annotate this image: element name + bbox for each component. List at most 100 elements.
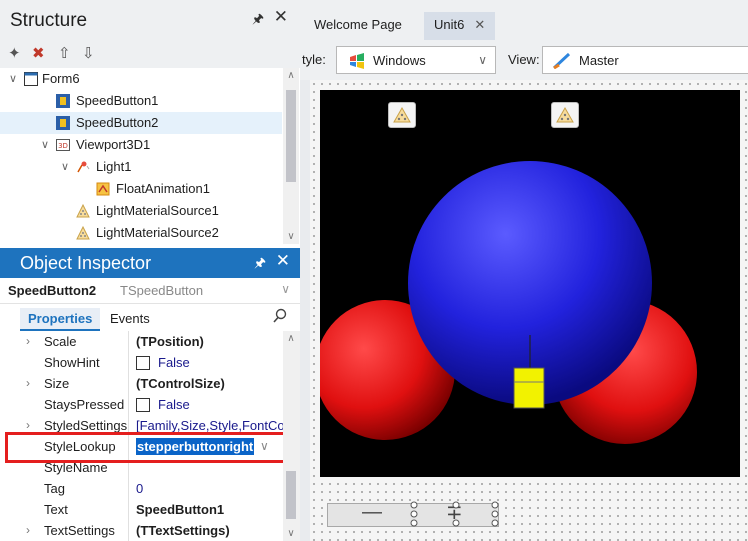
property-row-textsettings[interactable]: › TextSettings (TTextSettings) [0, 520, 283, 541]
move-down-icon[interactable]: ⇩ [82, 44, 95, 62]
style-select[interactable]: Windows ∨ [336, 46, 496, 74]
tab-events[interactable]: Events [102, 308, 158, 331]
viewport3d-icon: 3D [56, 139, 70, 151]
close-icon[interactable]: ✕ [474, 17, 485, 32]
property-value: False [158, 397, 190, 412]
structure-toolbar: ✦ ✖ ⇧ ⇩ [0, 40, 300, 68]
tab-welcome-page[interactable]: Welcome Page [304, 12, 412, 40]
component-selector[interactable]: SpeedButton2 TSpeedButton ∨ [0, 278, 300, 304]
move-up-icon[interactable]: ⇧ [58, 44, 71, 62]
title-bar-edge [0, 248, 10, 278]
tab-properties[interactable]: Properties [20, 308, 101, 331]
property-row-stayspressed[interactable]: StaysPressed False [0, 394, 283, 415]
delete-item-icon[interactable]: ✖ [32, 44, 45, 62]
structure-title: Structure [10, 10, 88, 31]
tree-item-label: SpeedButton2 [76, 115, 159, 130]
tree-item-lightmaterialsource2[interactable]: LightMaterialSource2 [0, 222, 282, 244]
property-name: TextSettings [44, 523, 115, 538]
object-inspector-title: Object Inspector [20, 253, 152, 273]
style-label: tyle: [302, 52, 326, 67]
property-name: ShowHint [44, 355, 100, 370]
light-icon [77, 161, 90, 173]
material-icon [76, 204, 90, 218]
speedbutton1[interactable] [388, 102, 416, 128]
expanded-chevron-icon[interactable]: ∨ [38, 134, 52, 156]
scrollbar-thumb[interactable] [286, 471, 296, 519]
property-grid-scrollbar[interactable]: ∧ ∨ [283, 331, 300, 541]
property-row-showhint[interactable]: ShowHint False [0, 352, 283, 373]
chevron-down-icon[interactable]: ∨ [478, 53, 487, 67]
structure-panel: Structure 🖈︎ ✕ ✦ ✖ ⇧ ⇩ ∨ Form6 SpeedButt… [0, 0, 300, 250]
selected-component-class: TSpeedButton [120, 283, 204, 298]
checkbox[interactable] [136, 398, 150, 412]
tree-item-lightmaterialsource1[interactable]: LightMaterialSource1 [0, 200, 282, 222]
expanded-chevron-icon[interactable]: ∨ [6, 68, 20, 90]
windows-logo-icon [350, 53, 364, 69]
view-label: View: [508, 52, 540, 67]
property-name: Text [44, 502, 68, 517]
property-value[interactable]: SpeedButton1 [136, 499, 224, 520]
speedbutton2[interactable] [551, 102, 579, 128]
object-inspector-title-bar: Object Inspector 🖈︎ ✕ [10, 248, 300, 278]
selection-handles[interactable] [450, 500, 462, 530]
pin-icon[interactable]: 🖈︎ [252, 10, 264, 32]
view-select[interactable]: Master [542, 46, 748, 74]
property-value[interactable]: (TTextSettings) [136, 520, 230, 541]
scroll-up-icon[interactable]: ∧ [283, 70, 299, 81]
close-icon[interactable]: ✕ [274, 7, 288, 27]
minus-icon[interactable]: — [362, 501, 382, 524]
tree-item-floatanimation1[interactable]: FloatAnimation1 [0, 178, 282, 200]
scroll-up-icon[interactable]: ∧ [283, 333, 299, 344]
search-icon[interactable] [272, 308, 288, 324]
3d-scene [315, 161, 697, 444]
view-value: Master [579, 53, 619, 68]
expand-chevron-icon[interactable]: › [26, 373, 30, 394]
property-value[interactable]: (TPosition) [136, 331, 204, 352]
close-icon[interactable]: ✕ [276, 251, 290, 271]
tree-item-label: LightMaterialSource2 [96, 225, 219, 240]
master-view-icon [553, 53, 571, 69]
tree-item-form6[interactable]: ∨ Form6 [0, 68, 282, 90]
property-value[interactable]: 0 [136, 478, 143, 499]
viewport3d[interactable] [315, 90, 740, 477]
tab-label: Unit6 [434, 17, 465, 32]
scroll-down-icon[interactable]: ∨ [283, 231, 299, 242]
tree-item-label: Form6 [42, 71, 80, 86]
property-name: Scale [44, 334, 77, 349]
speedbutton-icon [56, 116, 70, 130]
expand-chevron-icon[interactable]: › [26, 520, 30, 541]
property-row-scale[interactable]: › Scale (TPosition) [0, 331, 283, 352]
yellow-cube[interactable] [513, 367, 545, 409]
tree-item-label: FloatAnimation1 [116, 181, 210, 196]
scrollbar-thumb[interactable] [286, 90, 296, 182]
selection-handles[interactable] [489, 500, 501, 530]
splitter[interactable] [300, 0, 310, 541]
property-value[interactable]: (TControlSize) [136, 373, 225, 394]
expand-chevron-icon[interactable]: › [26, 331, 30, 352]
checkbox[interactable] [136, 356, 150, 370]
tab-unit6[interactable]: Unit6 ✕ [424, 12, 496, 40]
tree-item-speedbutton2[interactable]: SpeedButton2 [0, 112, 282, 134]
property-row-tag[interactable]: Tag 0 [0, 478, 283, 499]
selection-handles[interactable] [408, 500, 420, 530]
scroll-down-icon[interactable]: ∨ [283, 528, 299, 539]
property-name: Size [44, 376, 70, 391]
property-value: False [158, 355, 190, 370]
material-icon [76, 226, 90, 240]
new-item-icon[interactable]: ✦ [8, 44, 21, 62]
property-row-text[interactable]: Text SpeedButton1 [0, 499, 283, 520]
tree-item-viewport3d1[interactable]: ∨ 3D Viewport3D1 [0, 134, 282, 156]
structure-scrollbar[interactable]: ∧ ∨ [283, 68, 299, 244]
expanded-chevron-icon[interactable]: ∨ [58, 156, 72, 178]
tree-item-speedbutton1[interactable]: SpeedButton1 [0, 90, 282, 112]
tree-item-label: Light1 [96, 159, 132, 174]
style-toolbar: tyle: Windows ∨ View: Master [300, 40, 748, 80]
tree-item-light1[interactable]: ∨ Light1 [0, 156, 282, 178]
pin-icon[interactable]: 🖈︎ [254, 254, 266, 276]
speedbutton-icon [56, 94, 70, 108]
highlight-box [5, 432, 286, 463]
property-row-size[interactable]: › Size (TControlSize) [0, 373, 283, 394]
selected-component-name: SpeedButton2 [8, 283, 97, 298]
chevron-down-icon[interactable]: ∨ [281, 282, 290, 296]
editor-tabs: Welcome Page Unit6 ✕ [300, 0, 748, 40]
